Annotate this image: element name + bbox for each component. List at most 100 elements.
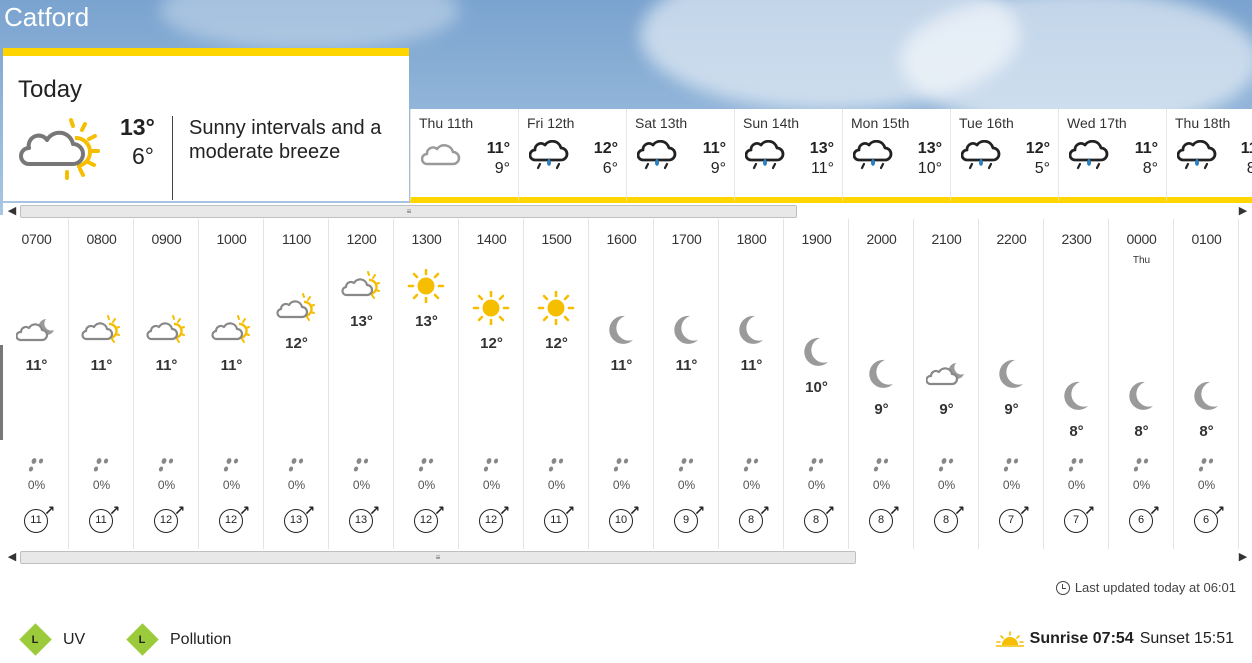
- day-tab[interactable]: Sat 13th 11° 9°: [626, 109, 734, 203]
- rain-chance: 0%: [937, 478, 956, 492]
- hour-column[interactable]: 1500 12° 0% 11 ↗: [524, 219, 589, 549]
- hour-time: 1900: [801, 231, 832, 247]
- hour-time: 1200: [346, 231, 377, 247]
- wind-speed: 7 ↗: [999, 503, 1030, 535]
- hour-temp: 11°: [90, 357, 113, 374]
- wind-speed: 12 ↗: [219, 503, 250, 535]
- rain-chance: 0%: [612, 478, 631, 492]
- hour-time: 0100: [1191, 231, 1222, 247]
- moon-icon: [796, 335, 836, 369]
- hourly-scrollbar[interactable]: ◀ ≡ ▶: [3, 549, 1252, 565]
- hour-column[interactable]: 2300 8° 0% 7 ↗: [1044, 219, 1109, 549]
- day-tabs-scrollbar[interactable]: ◀ ≡ ▶: [3, 203, 1252, 219]
- scroll-right-arrow-icon[interactable]: ▶: [1236, 203, 1250, 219]
- hour-column[interactable]: 1000 11° 0% 12 ↗: [199, 219, 264, 549]
- hourly-forecast: 0700 11° 0% 11 ↗ 0800 11° 0% 11 ↗ 0900 11° 0% 12 ↗ 1000…: [4, 219, 1252, 549]
- day-tab[interactable]: Mon 15th 13° 10°: [842, 109, 950, 203]
- hour-column[interactable]: 2200 9° 0% 7 ↗: [979, 219, 1044, 549]
- day-tab[interactable]: Wed 17th 11° 8°: [1058, 109, 1166, 203]
- wind-direction-arrow-icon: ↗: [564, 503, 575, 518]
- hour-column[interactable]: 1100 12° 0% 13 ↗: [264, 219, 329, 549]
- hour-column[interactable]: 0900 11° 0% 12 ↗: [134, 219, 199, 549]
- wind-direction-arrow-icon: ↗: [434, 503, 445, 518]
- day-low-temp: 6°: [602, 160, 618, 177]
- scroll-right-arrow-icon[interactable]: ▶: [1236, 549, 1250, 565]
- day-tab[interactable]: Thu 11th 11° 9°: [410, 109, 518, 203]
- scrollbar-thumb[interactable]: ≡: [20, 551, 856, 564]
- rain-drops-icon: [156, 457, 176, 473]
- day-tab[interactable]: Sun 14th 13° 11°: [734, 109, 842, 203]
- hour-column[interactable]: 1700 11° 0% 9 ↗: [654, 219, 719, 549]
- divider: [172, 116, 173, 200]
- hour-temp: 13°: [350, 313, 373, 330]
- hour-temp: 8°: [1134, 423, 1149, 440]
- scrollbar-thumb[interactable]: ≡: [20, 205, 797, 218]
- hour-column[interactable]: 0700 11° 0% 11 ↗: [4, 219, 69, 549]
- hour-column[interactable]: 1600 11° 0% 10 ↗: [589, 219, 654, 549]
- hour-column[interactable]: 1900 10° 0% 8 ↗: [784, 219, 849, 549]
- day-tab[interactable]: Thu 18th 11° 8°: [1166, 109, 1252, 203]
- day-low-temp: 5°: [1034, 160, 1050, 177]
- day-name: Mon 15th: [851, 115, 910, 131]
- scroll-left-arrow-icon[interactable]: ◀: [5, 203, 19, 219]
- wind-direction-arrow-icon: ↗: [304, 503, 315, 518]
- sunny-intervals-icon: [341, 269, 381, 303]
- wind-direction-arrow-icon: ↗: [109, 503, 120, 518]
- hour-temp: 12°: [285, 335, 308, 352]
- hour-column[interactable]: 0800 11° 0% 11 ↗: [69, 219, 134, 549]
- uv-level-icon: L: [19, 623, 52, 656]
- light-rain-icon: [637, 140, 677, 170]
- wind-direction-arrow-icon: ↗: [1084, 503, 1095, 518]
- wind-direction-arrow-icon: ↗: [369, 503, 380, 518]
- daily-forecast-tabs: Thu 11th 11° 9° Fri 12th 12° 6° Sat 13th…: [410, 109, 1252, 203]
- hour-column[interactable]: 1200 13° 0% 13 ↗: [329, 219, 394, 549]
- day-high-temp: 12°: [593, 140, 618, 157]
- rain-chance: 0%: [547, 478, 566, 492]
- today-card[interactable]: Today 13° 6° Sunny intervals and a moder…: [3, 48, 409, 201]
- uv-badge[interactable]: L UV: [19, 623, 85, 656]
- day-high-temp: 11°: [1240, 140, 1252, 157]
- sunny-intervals-icon: [81, 313, 121, 347]
- hour-column[interactable]: 0000 Thu 8° 0% 6 ↗: [1109, 219, 1174, 549]
- rain-drops-icon: [1131, 457, 1151, 473]
- day-tab[interactable]: Fri 12th 12° 6°: [518, 109, 626, 203]
- day-tab[interactable]: Tue 16th 12° 5°: [950, 109, 1058, 203]
- day-high-temp: 13°: [809, 140, 834, 157]
- hour-temp: 11°: [155, 357, 178, 374]
- today-high-temp: 13°: [120, 114, 155, 140]
- day-low-temp: 9°: [494, 160, 510, 177]
- scroll-left-arrow-icon[interactable]: ◀: [5, 549, 19, 565]
- hour-column[interactable]: 0100 8° 0% 6 ↗: [1174, 219, 1239, 549]
- last-updated-text: Last updated today at 06:01: [1074, 580, 1236, 595]
- hour-temp: 11°: [220, 357, 243, 374]
- rain-drops-icon: [1066, 457, 1086, 473]
- day-name: Thu 11th: [419, 115, 474, 131]
- partly-cloudy-night-icon: [15, 313, 56, 347]
- hour-time: 1100: [282, 231, 311, 247]
- pollution-badge[interactable]: L Pollution: [126, 623, 231, 656]
- hour-column[interactable]: 1300 13° 0% 12 ↗: [394, 219, 459, 549]
- day-low-temp: 8°: [1247, 160, 1252, 178]
- light-rain-icon: [961, 140, 1001, 170]
- hour-column[interactable]: 1400 12° 0% 12 ↗: [459, 219, 524, 549]
- hour-temp: 8°: [1069, 423, 1084, 440]
- hour-time: 0000: [1126, 231, 1157, 247]
- hour-column[interactable]: 2000 9° 0% 8 ↗: [849, 219, 914, 549]
- rain-chance: 0%: [287, 478, 306, 492]
- rain-drops-icon: [871, 457, 891, 473]
- wind-speed: 12 ↗: [154, 503, 185, 535]
- today-low-temp: 6°: [132, 143, 154, 169]
- sun-icon: [406, 268, 446, 304]
- hour-column[interactable]: 1800 11° 0% 8 ↗: [719, 219, 784, 549]
- rain-drops-icon: [546, 457, 566, 473]
- wind-direction-arrow-icon: ↗: [1019, 503, 1030, 518]
- rain-chance: 0%: [92, 478, 111, 492]
- wind-speed: 12 ↗: [479, 503, 510, 535]
- hour-time: 1000: [216, 231, 247, 247]
- hour-time: 1800: [736, 231, 767, 247]
- rain-drops-icon: [221, 457, 241, 473]
- hour-column[interactable]: 2100 9° 0% 8 ↗: [914, 219, 979, 549]
- wind-direction-arrow-icon: ↗: [954, 503, 965, 518]
- wind-direction-arrow-icon: ↗: [1149, 503, 1160, 518]
- clock-icon: [1055, 580, 1070, 595]
